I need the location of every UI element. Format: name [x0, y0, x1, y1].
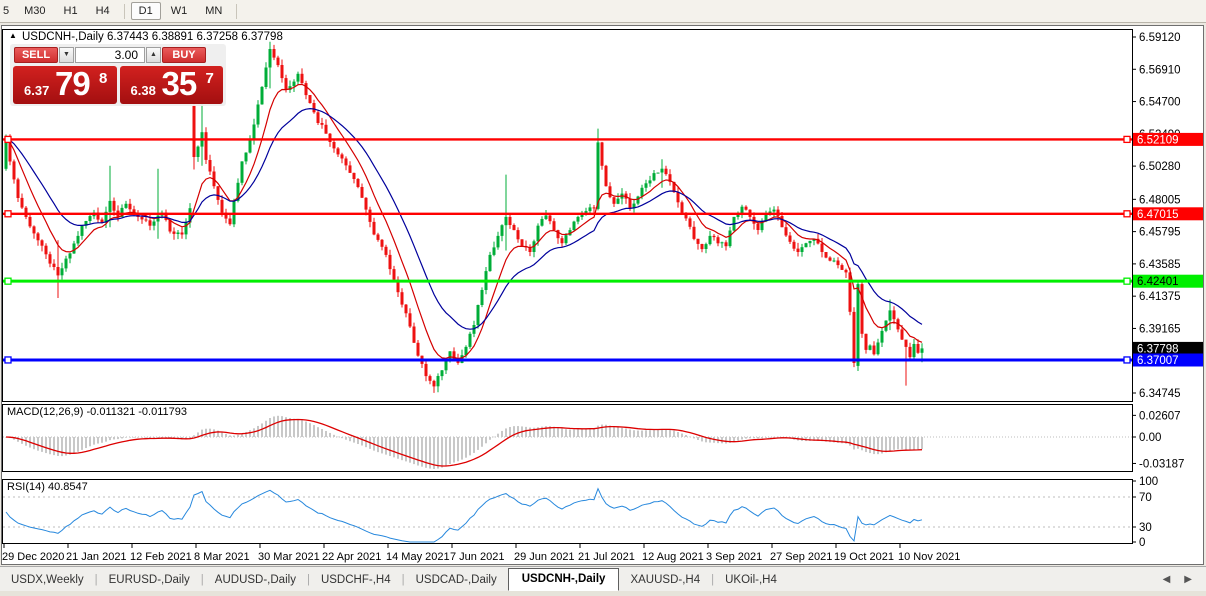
svg-text:0.00: 0.00 [1139, 432, 1161, 444]
sell-price-big: 79 [55, 65, 90, 103]
buy-button[interactable]: BUY [162, 47, 206, 63]
svg-text:6.54700: 6.54700 [1139, 97, 1181, 109]
sell-button[interactable]: SELL [14, 47, 58, 63]
sell-price-sup: 8 [99, 70, 107, 87]
svg-text:10 Nov 2021: 10 Nov 2021 [898, 551, 960, 563]
volume-decrease-button[interactable]: ▼ [59, 47, 74, 63]
sell-price-box[interactable]: 6.37 79 8 [13, 66, 117, 104]
macd-indicator-label: MACD(12,26,9) -0.011321 -0.011793 [7, 406, 187, 418]
collapse-panel-icon[interactable]: ▲ [9, 31, 17, 40]
svg-text:12 Aug 2021: 12 Aug 2021 [642, 551, 704, 563]
svg-text:6.48005: 6.48005 [1139, 194, 1181, 206]
volume-input[interactable] [75, 47, 145, 63]
svg-text:6.42401: 6.42401 [1137, 276, 1179, 288]
svg-text:8 Mar 2021: 8 Mar 2021 [194, 551, 250, 563]
svg-text:12 Feb 2021: 12 Feb 2021 [130, 551, 192, 563]
svg-text:7 Jun 2021: 7 Jun 2021 [450, 551, 504, 563]
svg-text:14 May 2021: 14 May 2021 [386, 551, 450, 563]
svg-text:6.56910: 6.56910 [1139, 64, 1181, 76]
svg-text:6.41375: 6.41375 [1139, 291, 1181, 303]
one-click-trade-panel: SELL ▼ ▲ BUY 6.37 79 8 6.38 35 7 [10, 44, 226, 106]
sell-price-small: 6.37 [24, 83, 49, 98]
buy-price-big: 35 [162, 65, 197, 103]
svg-text:100: 100 [1139, 476, 1158, 488]
svg-text:-0.03187: -0.03187 [1139, 458, 1184, 470]
svg-text:6.45795: 6.45795 [1139, 227, 1181, 239]
svg-text:22 Apr 2021: 22 Apr 2021 [322, 551, 381, 563]
svg-text:6.39165: 6.39165 [1139, 323, 1181, 335]
svg-text:21 Jul 2021: 21 Jul 2021 [578, 551, 635, 563]
svg-text:30 Mar 2021: 30 Mar 2021 [258, 551, 320, 563]
svg-text:6.59120: 6.59120 [1139, 32, 1181, 44]
svg-text:29 Dec 2020: 29 Dec 2020 [2, 551, 64, 563]
svg-text:6.43585: 6.43585 [1139, 259, 1181, 271]
svg-text:6.50280: 6.50280 [1139, 161, 1181, 173]
chart-title: USDCNH-,Daily 6.37443 6.38891 6.37258 6.… [22, 31, 283, 43]
svg-text:6.37007: 6.37007 [1137, 355, 1179, 367]
rsi-indicator-label: RSI(14) 40.8547 [7, 481, 88, 493]
svg-text:6.52109: 6.52109 [1137, 134, 1179, 146]
svg-text:6.34745: 6.34745 [1139, 388, 1181, 400]
svg-text:21 Jan 2021: 21 Jan 2021 [66, 551, 127, 563]
svg-text:0.02607: 0.02607 [1139, 410, 1181, 422]
volume-increase-button[interactable]: ▲ [146, 47, 161, 63]
svg-text:6.47015: 6.47015 [1137, 209, 1179, 221]
svg-text:29 Jun 2021: 29 Jun 2021 [514, 551, 575, 563]
svg-text:30: 30 [1139, 522, 1152, 534]
svg-text:70: 70 [1139, 492, 1152, 504]
svg-text:27 Sep 2021: 27 Sep 2021 [770, 551, 832, 563]
svg-text:3 Sep 2021: 3 Sep 2021 [706, 551, 762, 563]
svg-text:0: 0 [1139, 537, 1145, 549]
buy-price-small: 6.38 [131, 83, 156, 98]
buy-price-box[interactable]: 6.38 35 7 [120, 66, 224, 104]
buy-price-sup: 7 [206, 70, 214, 87]
svg-text:19 Oct 2021: 19 Oct 2021 [834, 551, 894, 563]
